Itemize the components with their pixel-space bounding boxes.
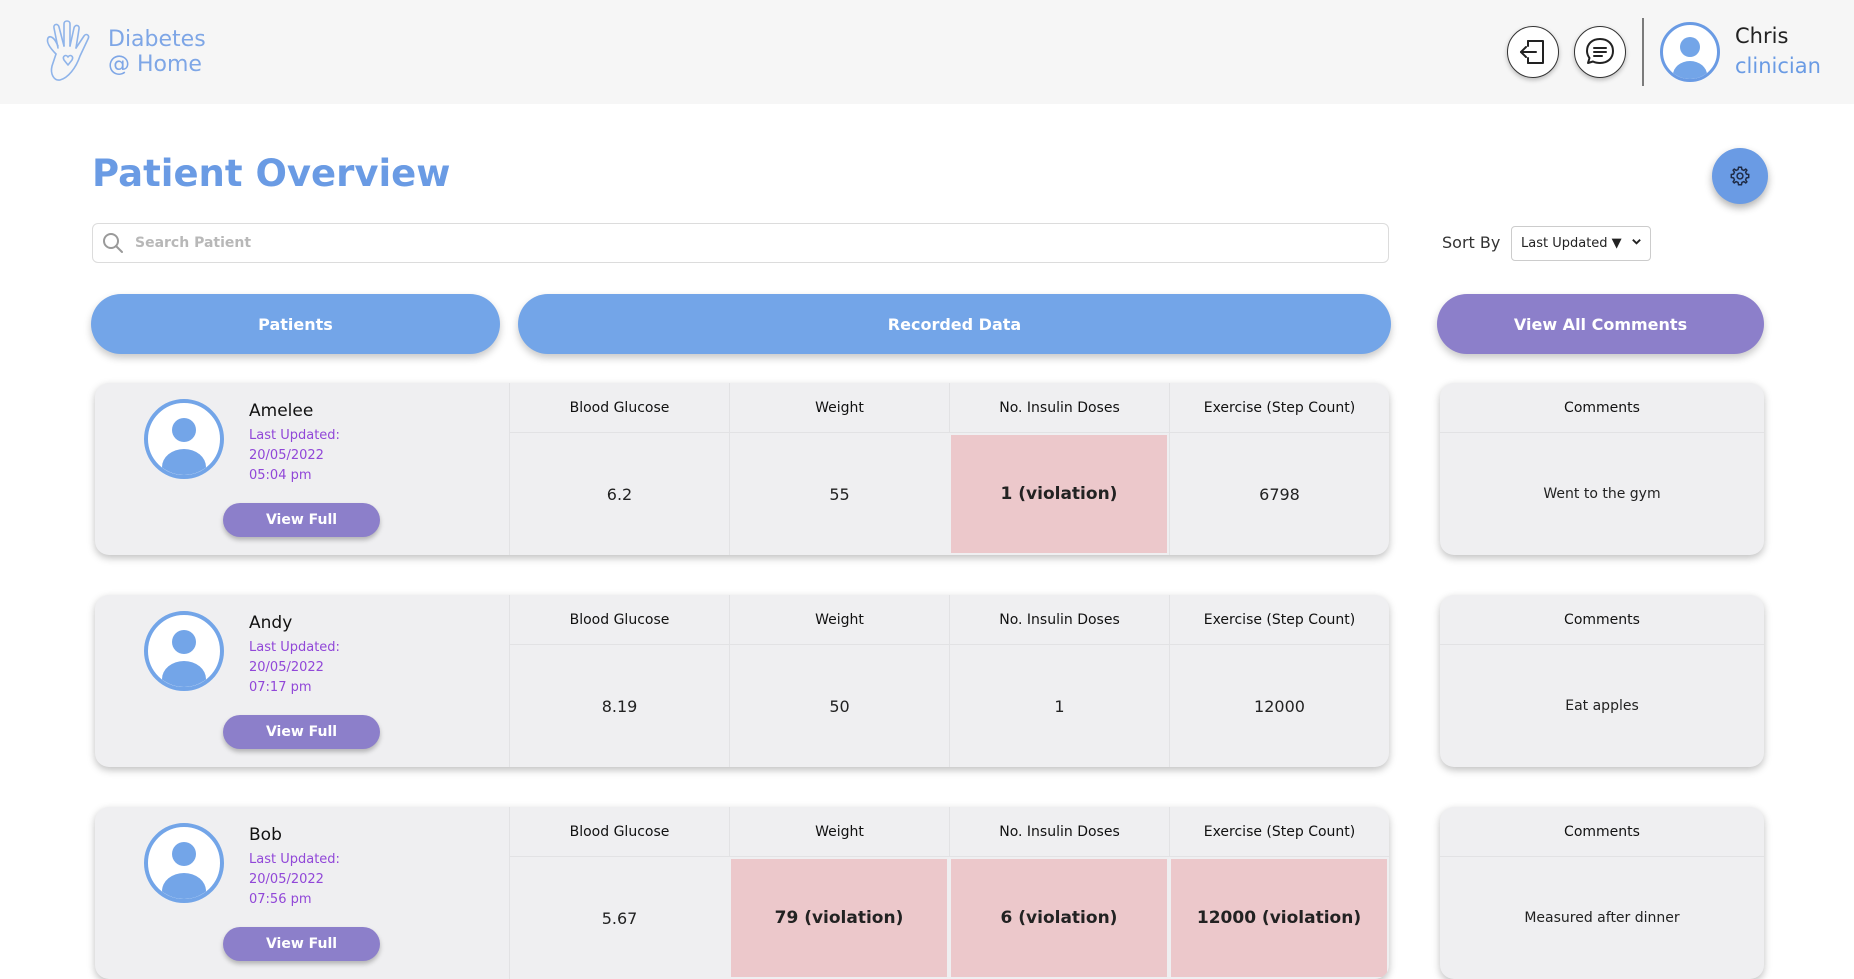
user-role: clinician xyxy=(1735,54,1821,78)
hand-heart-icon xyxy=(46,20,90,81)
data-value-cell: 55 xyxy=(729,433,949,555)
patient-avatar xyxy=(144,399,224,479)
patient-last-updated: Last Updated: 20/05/2022 07:56 pm xyxy=(249,850,340,910)
logo-text: Diabetes @ Home xyxy=(108,27,206,77)
column-header: No. Insulin Doses xyxy=(949,595,1169,645)
patient-avatar-icon xyxy=(162,418,206,475)
search-icon xyxy=(103,233,123,253)
user-avatar[interactable] xyxy=(1660,22,1720,82)
chevron-down-icon xyxy=(1632,239,1641,245)
last-updated-time: 05:04 pm xyxy=(249,468,312,483)
column-header: No. Insulin Doses xyxy=(949,807,1169,857)
column-header: No. Insulin Doses xyxy=(949,383,1169,433)
data-value-cell: 5.67 xyxy=(509,857,729,979)
patient-card: Amelee Last Updated: 20/05/2022 05:04 pm Vie… xyxy=(95,383,1389,555)
view-all-comments-button[interactable]: View All Comments xyxy=(1437,294,1764,354)
patient-name: Bob xyxy=(249,825,282,845)
patient-avatar xyxy=(144,611,224,691)
sort-selected-value: Last Updated ▼ xyxy=(1521,236,1622,251)
last-updated-label: Last Updated: xyxy=(249,428,340,443)
view-full-button[interactable]: View Full xyxy=(223,503,380,537)
last-updated-label: Last Updated: xyxy=(249,640,340,655)
data-value-cell: 79 (violation) xyxy=(729,857,949,979)
comment-card: Comments Went to the gym xyxy=(1440,383,1764,555)
patients-tab-button[interactable]: Patients xyxy=(91,294,500,354)
logo-line-2: @ Home xyxy=(108,52,202,77)
chat-bubble-icon xyxy=(1586,38,1614,64)
view-full-button[interactable]: View Full xyxy=(223,927,380,961)
patient-name: Amelee xyxy=(249,401,314,421)
search-input[interactable] xyxy=(135,235,1335,251)
sort-select[interactable]: Last Updated ▼ xyxy=(1511,226,1651,261)
header-divider xyxy=(1642,18,1644,86)
messages-button[interactable] xyxy=(1574,26,1626,78)
last-updated-date: 20/05/2022 xyxy=(249,872,324,887)
app-logo[interactable]: Diabetes @ Home xyxy=(42,20,206,84)
data-value-cell: 12000 xyxy=(1169,645,1389,767)
patient-last-updated: Last Updated: 20/05/2022 05:04 pm xyxy=(249,426,340,486)
data-value-cell: 8.19 xyxy=(509,645,729,767)
comment-text: Eat apples xyxy=(1565,698,1639,714)
column-header: Exercise (Step Count) xyxy=(1169,383,1389,433)
last-updated-date: 20/05/2022 xyxy=(249,660,324,675)
patient-last-updated: Last Updated: 20/05/2022 07:17 pm xyxy=(249,638,340,698)
column-header: Blood Glucose xyxy=(509,807,729,857)
column-header: Exercise (Step Count) xyxy=(1169,595,1389,645)
comments-header: Comments xyxy=(1440,807,1764,857)
data-value-cell: 6798 xyxy=(1169,433,1389,555)
data-value-cell: 1 xyxy=(949,645,1169,767)
patient-card: Andy Last Updated: 20/05/2022 07:17 pm View … xyxy=(95,595,1389,767)
data-value-cell: 6.2 xyxy=(509,433,729,555)
column-header: Blood Glucose xyxy=(509,595,729,645)
comment-text: Went to the gym xyxy=(1543,486,1661,502)
data-value-cell: 6 (violation) xyxy=(949,857,1169,979)
search-bar[interactable] xyxy=(92,223,1389,263)
recorded-data-grid: Blood Glucose Weight No. Insulin Doses Exer… xyxy=(509,595,1389,767)
data-value-cell: 12000 (violation) xyxy=(1169,857,1389,979)
column-header: Weight xyxy=(729,807,949,857)
comment-card: Comments Eat apples xyxy=(1440,595,1764,767)
patient-avatar xyxy=(144,823,224,903)
settings-button[interactable] xyxy=(1712,148,1768,204)
logo-line-1: Diabetes xyxy=(108,27,206,52)
column-header: Blood Glucose xyxy=(509,383,729,433)
logout-button[interactable] xyxy=(1507,26,1559,78)
patient-card: Bob Last Updated: 20/05/2022 07:56 pm View F… xyxy=(95,807,1389,979)
patient-avatar-icon xyxy=(162,842,206,899)
last-updated-time: 07:56 pm xyxy=(249,892,312,907)
column-header: Weight xyxy=(729,595,949,645)
recorded-data-grid: Blood Glucose Weight No. Insulin Doses Exer… xyxy=(509,383,1389,555)
data-value-cell: 1 (violation) xyxy=(949,433,1169,555)
column-header: Weight xyxy=(729,383,949,433)
patient-avatar-icon xyxy=(162,630,206,687)
logout-icon xyxy=(1520,40,1544,64)
view-full-button[interactable]: View Full xyxy=(223,715,380,749)
patient-info: Andy Last Updated: 20/05/2022 07:17 pm View … xyxy=(95,595,509,767)
user-avatar-icon xyxy=(1673,37,1707,79)
last-updated-label: Last Updated: xyxy=(249,852,340,867)
comments-header: Comments xyxy=(1440,383,1764,433)
user-name: Chris xyxy=(1735,24,1789,48)
column-header: Exercise (Step Count) xyxy=(1169,807,1389,857)
last-updated-time: 07:17 pm xyxy=(249,680,312,695)
last-updated-date: 20/05/2022 xyxy=(249,448,324,463)
recorded-data-tab-button[interactable]: Recorded Data xyxy=(518,294,1391,354)
comments-header: Comments xyxy=(1440,595,1764,645)
recorded-data-grid: Blood Glucose Weight No. Insulin Doses Exer… xyxy=(509,807,1389,979)
comment-text: Measured after dinner xyxy=(1524,910,1680,926)
gear-icon xyxy=(1730,166,1750,186)
sort-label: Sort By xyxy=(1442,233,1501,252)
top-bar: Diabetes @ Home Chris clinician xyxy=(0,0,1854,104)
patient-name: Andy xyxy=(249,613,293,633)
page-title: Patient Overview xyxy=(92,152,451,195)
data-value-cell: 50 xyxy=(729,645,949,767)
comment-card: Comments Measured after dinner xyxy=(1440,807,1764,979)
patient-info: Amelee Last Updated: 20/05/2022 05:04 pm Vie… xyxy=(95,383,509,555)
patient-info: Bob Last Updated: 20/05/2022 07:56 pm View F… xyxy=(95,807,509,979)
